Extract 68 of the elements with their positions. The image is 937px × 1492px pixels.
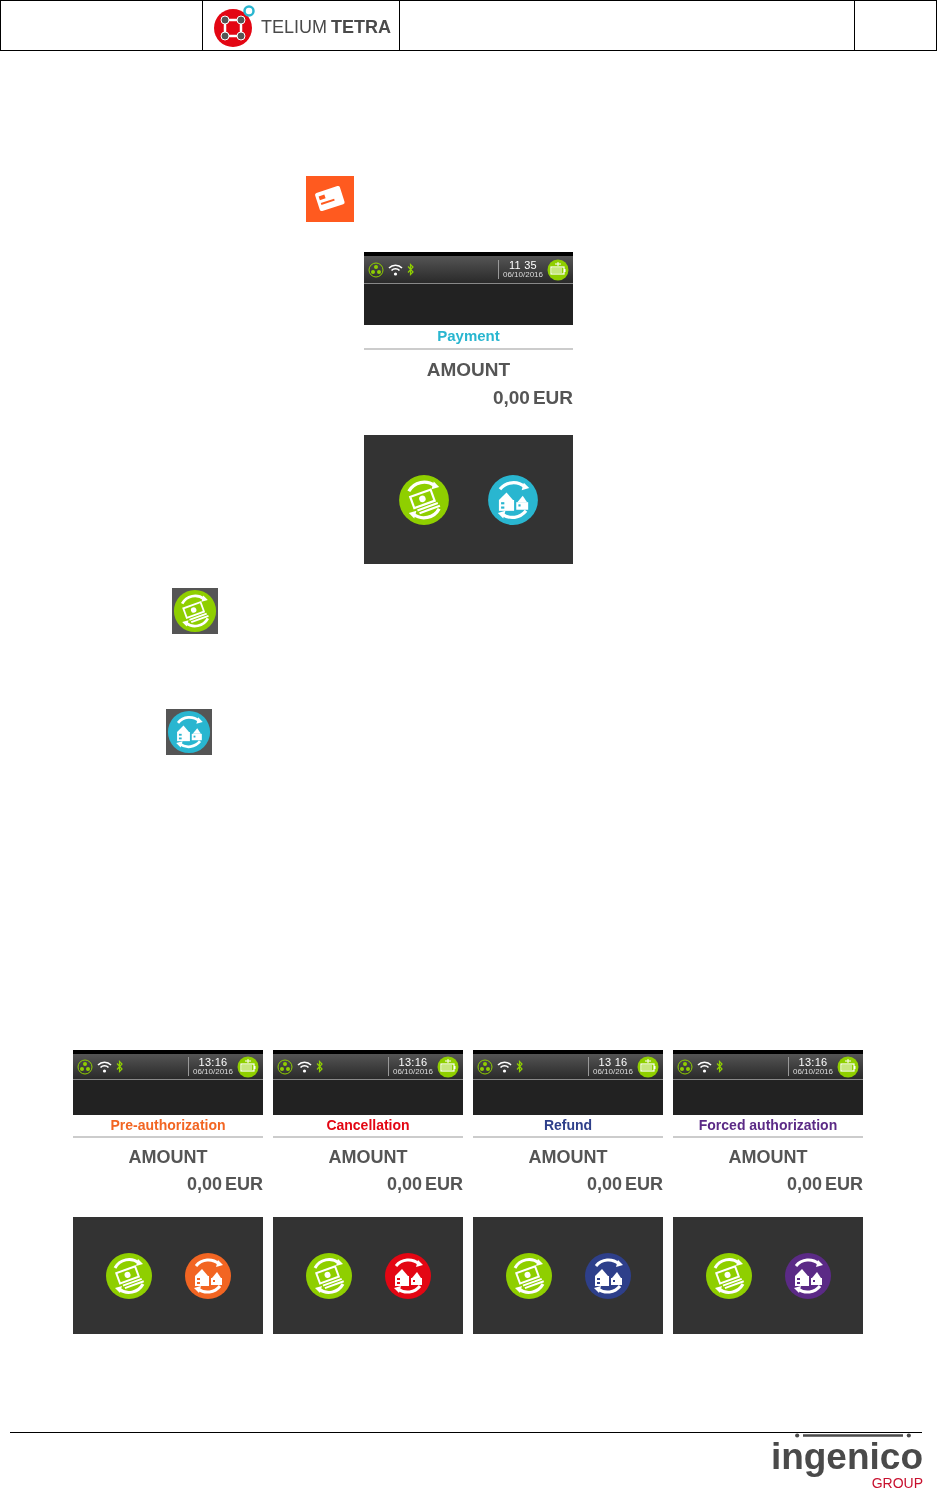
- battery-icon: [837, 1055, 859, 1078]
- amount-value: 0,00: [386, 1172, 422, 1195]
- amount-value: 0,00: [492, 385, 530, 410]
- network-icon: [77, 1058, 93, 1075]
- group-text: GROUP: [871, 1476, 923, 1491]
- logo-icon: [211, 3, 257, 48]
- clock-time: 13:16: [798, 1057, 828, 1068]
- battery-icon: [547, 258, 569, 281]
- date-text: 06/10/2016: [502, 271, 543, 279]
- amount-label: AMOUNT: [728, 1146, 808, 1169]
- screen-title: Cancellation: [273, 1115, 463, 1138]
- card-exchange-icon[interactable]: [383, 1251, 432, 1300]
- clock-time: 13:16: [398, 1057, 428, 1068]
- network-icon: [368, 261, 384, 278]
- screen-title: Payment: [364, 325, 573, 350]
- wifi-icon: [697, 1060, 712, 1073]
- clock-time: 11 35: [508, 260, 537, 271]
- currency-text: EUR: [625, 1172, 663, 1195]
- wifi-icon: [97, 1060, 112, 1073]
- card-exchange-icon[interactable]: [583, 1251, 632, 1300]
- bluetooth-icon: [116, 1060, 123, 1073]
- amount-label: AMOUNT: [426, 358, 511, 382]
- amount-label: AMOUNT: [128, 1146, 208, 1169]
- amount-value: 0,00: [586, 1172, 622, 1195]
- wifi-icon: [497, 1060, 512, 1073]
- card-exchange-icon[interactable]: [167, 710, 211, 754]
- battery-icon: [237, 1055, 259, 1078]
- network-icon: [677, 1058, 693, 1075]
- cash-exchange-icon[interactable]: [398, 473, 451, 526]
- currency-text: EUR: [532, 385, 573, 410]
- cash-exchange-icon[interactable]: [504, 1251, 553, 1300]
- network-icon: [477, 1058, 493, 1075]
- logo-text: TELIUM: [261, 16, 327, 39]
- amount-value: 0,00: [786, 1172, 822, 1195]
- logo-text-bold: TETRA: [331, 16, 391, 39]
- wifi-icon: [297, 1060, 312, 1073]
- cash-exchange-icon[interactable]: [104, 1251, 153, 1300]
- bluetooth-icon: [716, 1060, 723, 1073]
- battery-icon: [437, 1055, 459, 1078]
- brand-logo-text: ingenico: [770, 1438, 923, 1476]
- amount-value: 0,00: [186, 1172, 222, 1195]
- currency-text: EUR: [225, 1172, 263, 1195]
- cash-exchange-icon[interactable]: [704, 1251, 753, 1300]
- card-icon: [306, 176, 354, 222]
- wifi-icon: [388, 263, 403, 276]
- bluetooth-icon: [516, 1060, 523, 1073]
- network-icon: [277, 1058, 293, 1075]
- date-text: 06/10/2016: [192, 1068, 233, 1076]
- card-exchange-icon[interactable]: [783, 1251, 832, 1300]
- screen-title: Pre-authorization: [73, 1115, 263, 1138]
- currency-text: EUR: [425, 1172, 463, 1195]
- card-exchange-icon[interactable]: [183, 1251, 232, 1300]
- date-text: 06/10/2016: [792, 1068, 833, 1076]
- battery-icon: [637, 1055, 659, 1078]
- bluetooth-icon: [316, 1060, 323, 1073]
- cash-exchange-icon[interactable]: [173, 589, 217, 633]
- screen-title: Refund: [473, 1115, 663, 1138]
- date-text: 06/10/2016: [592, 1068, 633, 1076]
- screen-title: Forced authorization: [673, 1115, 863, 1138]
- bluetooth-icon: [407, 263, 414, 276]
- amount-label: AMOUNT: [528, 1146, 608, 1169]
- amount-label: AMOUNT: [328, 1146, 408, 1169]
- date-text: 06/10/2016: [392, 1068, 433, 1076]
- currency-text: EUR: [825, 1172, 863, 1195]
- clock-time: 13 16: [598, 1057, 628, 1068]
- card-exchange-icon[interactable]: [486, 473, 539, 526]
- clock-time: 13:16: [198, 1057, 228, 1068]
- cash-exchange-icon[interactable]: [304, 1251, 353, 1300]
